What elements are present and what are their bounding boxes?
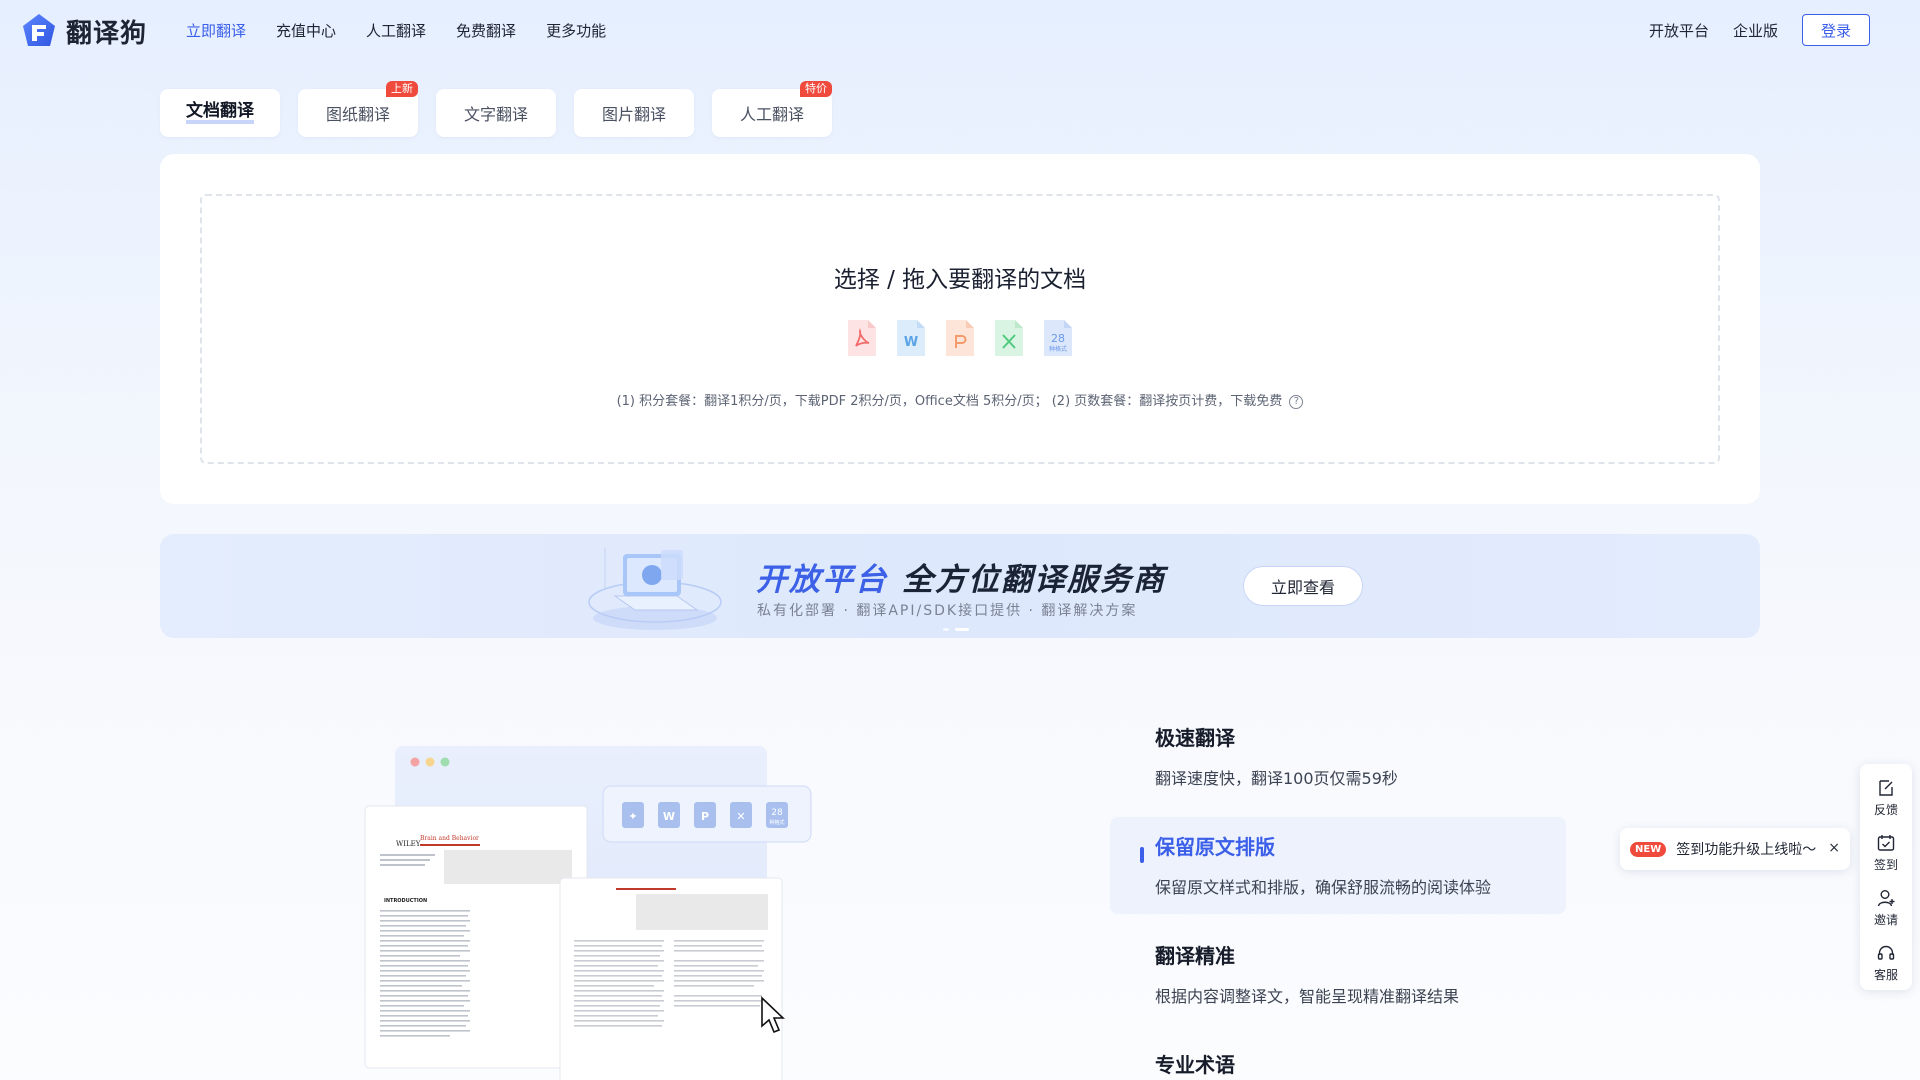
side-label: 客服 xyxy=(1873,967,1898,982)
feature-desc: 根据内容调整译文，智能呈现精准翻译结果 xyxy=(1155,987,1460,1006)
brand-logo[interactable]: 翻译狗 xyxy=(20,12,147,50)
invite-user-icon xyxy=(1877,889,1895,906)
active-indicator xyxy=(1140,847,1144,863)
pricing-note-text: (1) 积分套餐：翻译1积分/页，下载PDF 2积分/页，Office文档 5积… xyxy=(616,394,1283,409)
feature-accurate-translation[interactable]: 翻译精准 根据内容调整译文，智能呈现精准翻译结果 xyxy=(1110,926,1566,1023)
upload-panel: 选择 / 拖入要翻译的文档 W 28 种格式 (1) 积分套餐：翻译1积分/页，… xyxy=(160,154,1760,504)
nav-item-translate-now[interactable]: 立即翻译 xyxy=(186,20,246,41)
side-item-customer-service[interactable]: 客服 xyxy=(1874,935,1898,990)
feature-title: 极速翻译 xyxy=(1155,726,1235,750)
view-now-button[interactable]: 立即查看 xyxy=(1243,566,1363,606)
svg-text:W: W xyxy=(663,810,675,823)
tab-label: 文档翻译 xyxy=(186,102,254,124)
toast-text: 签到功能升级上线啦～ xyxy=(1676,842,1817,858)
brand-name: 翻译狗 xyxy=(66,18,148,49)
tab-label: 人工翻译 xyxy=(739,105,804,124)
carousel-dot-active[interactable] xyxy=(955,628,969,631)
file-card-count: 28 xyxy=(771,808,783,818)
calendar-check-icon xyxy=(1877,834,1895,851)
doc-heading: INTRODUCTION xyxy=(384,898,427,904)
main-nav: 立即翻译 充值中心 人工翻译 免费翻译 更多功能 xyxy=(186,20,606,41)
pricing-note: (1) 积分套餐：翻译1积分/页，下载PDF 2积分/页，Office文档 5积… xyxy=(202,390,1718,409)
side-label: 邀请 xyxy=(1873,912,1898,927)
close-icon[interactable]: × xyxy=(1828,840,1840,856)
nav-item-free-translation[interactable]: 免费翻译 xyxy=(456,20,516,41)
headset-icon xyxy=(1877,945,1895,960)
tab-drawing-translation[interactable]: 图纸翻译 上新 xyxy=(298,81,418,137)
more-formats-count: 28 xyxy=(1051,332,1065,345)
enterprise-link[interactable]: 企业版 xyxy=(1733,20,1778,41)
pdf-icon xyxy=(848,320,876,356)
feature-title: 保留原文排版 xyxy=(1155,835,1275,859)
platform-illustration xyxy=(588,548,722,630)
new-badge: 上新 xyxy=(386,81,418,97)
nav-item-recharge[interactable]: 充值中心 xyxy=(276,20,336,41)
excel-icon xyxy=(995,320,1023,356)
checkin-upgrade-toast: NEW 签到功能升级上线啦～ × xyxy=(1620,828,1850,870)
top-header: 翻译狗 立即翻译 充值中心 人工翻译 免费翻译 更多功能 开放平台 企业版 登录 xyxy=(0,0,1920,60)
svg-text:✕: ✕ xyxy=(736,810,745,823)
nav-item-human-translation[interactable]: 人工翻译 xyxy=(366,20,426,41)
more-formats-label: 种格式 xyxy=(1049,345,1067,353)
feature-title: 翻译精准 xyxy=(1155,944,1235,968)
feature-terminology[interactable]: 专业术语 xyxy=(1110,1035,1566,1080)
file-dropzone[interactable]: 选择 / 拖入要翻译的文档 W 28 种格式 (1) 积分套餐：翻译1积分/页，… xyxy=(200,194,1720,464)
doc-journal: Brain and Behavior xyxy=(420,835,479,842)
doc-brand: WILEY xyxy=(396,840,421,848)
layout-preservation-illustration: ✦ W P ✕ 28 种格式 WILEY Brain and Behavior INT… xyxy=(364,746,812,1080)
tab-document-translation[interactable]: 文档翻译 xyxy=(160,89,280,137)
open-platform-banner[interactable]: 开放平台 全方位翻译服务商 私有化部署 · 翻译API/SDK接口提供 · 翻译解… xyxy=(160,534,1760,638)
new-badge: NEW xyxy=(1630,841,1667,857)
dropzone-title: 选择 / 拖入要翻译的文档 xyxy=(833,267,1087,293)
banner-subtitle: 私有化部署 · 翻译API/SDK接口提供 · 翻译解决方案 xyxy=(757,603,1138,619)
svg-text:W: W xyxy=(904,335,918,350)
sale-badge: 特价 xyxy=(800,81,832,97)
more-formats-icon: 28 种格式 xyxy=(1044,320,1072,356)
feature-desc: 翻译速度快，翻译100页仅需59秒 xyxy=(1155,769,1398,788)
floating-side-bar: 反馈 签到 邀请 客服 xyxy=(1860,764,1912,990)
side-label: 反馈 xyxy=(1873,802,1898,817)
banner-title-accent: 开放平台 xyxy=(756,562,888,598)
feature-title: 专业术语 xyxy=(1155,1053,1235,1077)
tab-label: 图片翻译 xyxy=(601,105,666,124)
feature-keep-layout[interactable]: 保留原文排版 保留原文样式和排版，确保舒服流畅的阅读体验 xyxy=(1110,817,1566,914)
translation-type-tabs: 文档翻译 图纸翻译 上新 文字翻译 图片翻译 人工翻译 特价 xyxy=(160,81,832,137)
side-item-invite[interactable]: 邀请 xyxy=(1874,880,1898,935)
ppt-icon xyxy=(946,320,974,356)
side-item-feedback[interactable]: 反馈 xyxy=(1874,770,1898,825)
svg-text:✦: ✦ xyxy=(628,810,637,823)
feature-fast-translation[interactable]: 极速翻译 翻译速度快，翻译100页仅需59秒 xyxy=(1110,708,1566,805)
side-label: 签到 xyxy=(1873,857,1898,872)
tab-text-translation[interactable]: 文字翻译 xyxy=(436,89,556,137)
banner-title: 开放平台 全方位翻译服务商 xyxy=(756,554,1166,599)
tab-human-translation[interactable]: 人工翻译 特价 xyxy=(712,81,832,137)
banner-title-main: 全方位翻译服务商 xyxy=(902,562,1166,598)
login-button[interactable]: 登录 xyxy=(1802,14,1870,46)
carousel-dot[interactable] xyxy=(943,628,949,631)
side-item-checkin[interactable]: 签到 xyxy=(1874,825,1898,880)
feedback-icon xyxy=(1879,779,1893,796)
feature-desc: 保留原文样式和排版，确保舒服流畅的阅读体验 xyxy=(1155,878,1492,897)
tab-label: 文字翻译 xyxy=(463,105,528,124)
supported-file-types: W 28 种格式 xyxy=(202,318,1718,358)
header-right: 开放平台 企业版 登录 xyxy=(1649,14,1870,46)
tab-image-translation[interactable]: 图片翻译 xyxy=(574,89,694,137)
help-icon[interactable]: ? xyxy=(1289,395,1304,409)
feature-list: 极速翻译 翻译速度快，翻译100页仅需59秒 保留原文排版 保留原文样式和排版，… xyxy=(1110,708,1566,1080)
brand-logo-icon xyxy=(23,14,55,46)
svg-text:P: P xyxy=(701,810,709,823)
file-card-label: 种格式 xyxy=(769,819,784,826)
tab-label: 图纸翻译 xyxy=(325,105,390,124)
carousel-dots xyxy=(943,628,969,631)
word-icon: W xyxy=(897,320,925,356)
nav-item-more-features[interactable]: 更多功能 xyxy=(546,20,606,41)
open-platform-link[interactable]: 开放平台 xyxy=(1649,20,1709,41)
